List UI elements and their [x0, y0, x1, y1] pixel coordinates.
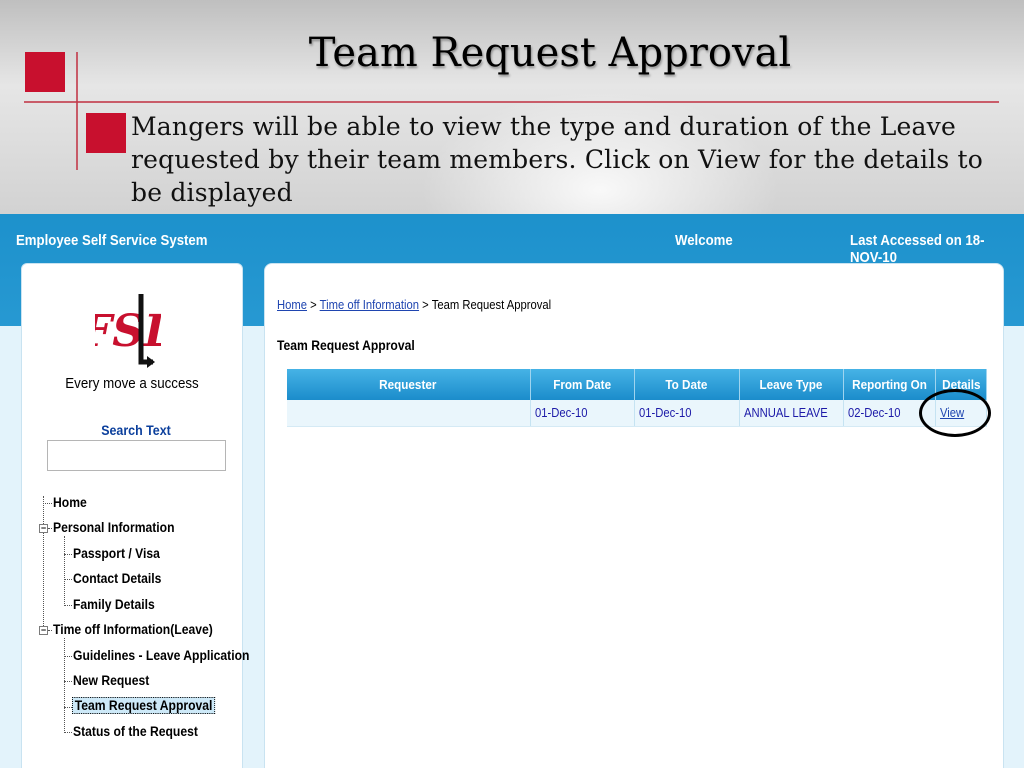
section-title: Team Request Approval [277, 338, 415, 353]
slide-header: Team Request Approval Mangers will be ab… [0, 0, 1024, 214]
column-header-to-date: To Date [634, 369, 740, 400]
fsl-logo: FSL [95, 294, 161, 368]
nav-item-family-details[interactable]: Family Details [73, 597, 155, 612]
nav-item-home[interactable]: Home [53, 495, 87, 510]
app-title: Employee Self Service System [16, 232, 208, 249]
breadcrumb-current: Team Request Approval [431, 298, 552, 312]
svg-text:FSL: FSL [95, 306, 161, 357]
content-panel: Home > Time off Information > Team Reque… [264, 263, 1004, 768]
nav-item-new-request[interactable]: New Request [73, 673, 149, 688]
search-label: Search Text [101, 423, 171, 438]
cell-requester [287, 400, 531, 427]
team-request-table: Requester From Date To Date Leave Type R… [287, 369, 988, 427]
search-input[interactable] [47, 440, 226, 471]
decorative-square [86, 113, 126, 153]
slide-body-text: Mangers will be able to view the type an… [131, 112, 984, 207]
nav-item-time-off[interactable]: Time off Information(Leave) [53, 622, 213, 637]
decorative-line [24, 101, 999, 103]
breadcrumb: Home > Time off Information > Team Reque… [277, 298, 552, 312]
column-header-reporting-on: Reporting On [843, 369, 936, 400]
logo-tagline: Every move a success [65, 376, 199, 392]
last-accessed-text: Last Accessed on 18-NOV-10 [850, 232, 985, 266]
collapse-icon[interactable]: − [39, 524, 48, 533]
collapse-icon[interactable]: − [39, 626, 48, 635]
cell-leave-type: ANNUAL LEAVE [739, 400, 844, 427]
breadcrumb-home-link[interactable]: Home [277, 298, 307, 312]
welcome-text: Welcome [675, 232, 733, 249]
slide-title: Team Request Approval [308, 30, 792, 76]
breadcrumb-time-off-link[interactable]: Time off Information [320, 298, 419, 312]
app-window: Employee Self Service System Welcome Las… [0, 214, 1024, 768]
column-header-requester: Requester [287, 369, 531, 400]
nav-item-passport-visa[interactable]: Passport / Visa [73, 546, 160, 561]
table-header-row: Requester From Date To Date Leave Type R… [287, 369, 988, 400]
column-header-from-date: From Date [530, 369, 635, 400]
left-nav-panel: FSL Every move a success Search Text − −… [21, 263, 249, 768]
cell-to-date: 01-Dec-10 [634, 400, 740, 427]
nav-item-guidelines[interactable]: Guidelines - Leave Application [73, 648, 249, 663]
nav-item-team-request-approval[interactable]: Team Request Approval [72, 697, 216, 714]
nav-item-status-of-request[interactable]: Status of the Request [73, 724, 198, 739]
highlight-circle [919, 389, 991, 437]
table-row: 01-Dec-10 01-Dec-10 ANNUAL LEAVE 02-Dec-… [287, 400, 988, 427]
nav-item-contact-details[interactable]: Contact Details [73, 571, 161, 586]
column-header-leave-type: Leave Type [739, 369, 844, 400]
cell-from-date: 01-Dec-10 [530, 400, 635, 427]
nav-item-personal-information[interactable]: Personal Information [53, 520, 175, 535]
